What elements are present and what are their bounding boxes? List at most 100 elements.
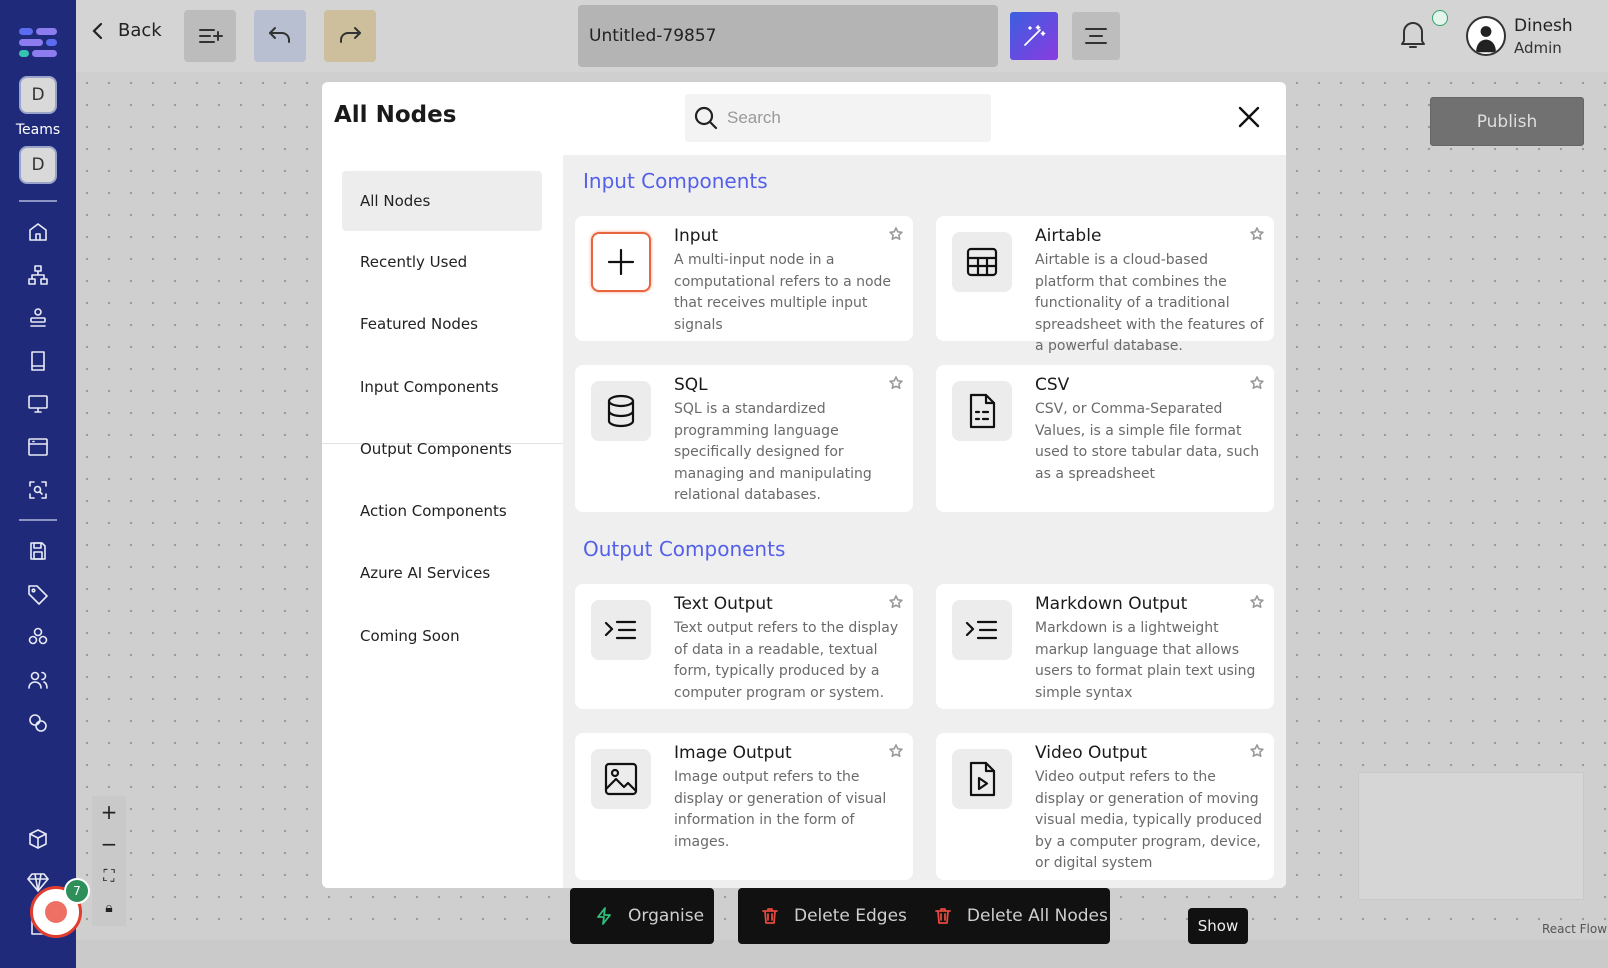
left-sidebar: D Teams D (0, 0, 76, 968)
nav-featured-nodes[interactable]: Featured Nodes (342, 294, 542, 354)
minimap[interactable] (1358, 772, 1584, 900)
delete-actions-bar: Delete Edges Delete All Nodes (738, 888, 1110, 944)
node-title: SQL (674, 375, 708, 395)
nav-all-nodes[interactable]: All Nodes (342, 171, 542, 231)
user-avatar[interactable] (1466, 16, 1506, 56)
sidebar-divider (19, 519, 57, 521)
section-title-output: Output Components (583, 537, 786, 561)
table-icon (952, 232, 1012, 292)
app-logo[interactable] (19, 26, 57, 60)
save-icon[interactable] (16, 529, 60, 572)
stack-icon[interactable] (16, 296, 60, 339)
zoom-out-icon[interactable]: − (92, 828, 126, 860)
organise-button[interactable]: Organise (570, 888, 714, 944)
home-icon[interactable] (16, 210, 60, 253)
all-nodes-modal: All Nodes All Nodes Recently Used Featur… (322, 82, 1286, 888)
star-icon[interactable] (889, 375, 903, 389)
fit-view-icon[interactable]: ⛶ (92, 860, 126, 892)
package-icon[interactable] (16, 817, 60, 860)
top-bar: Back Untitled-79857 Dinesh Admin (76, 0, 1608, 72)
close-button[interactable] (1236, 104, 1264, 132)
star-icon[interactable] (1250, 594, 1264, 608)
node-description: A multi-input node in a computational re… (674, 252, 892, 333)
align-menu-button[interactable] (1072, 12, 1120, 60)
image-icon (591, 749, 651, 809)
monitor-icon[interactable] (16, 382, 60, 425)
team-initial: D (31, 155, 45, 175)
star-icon[interactable] (889, 226, 903, 240)
plus-icon (591, 232, 651, 292)
trash-icon (935, 908, 951, 924)
node-card-text-output[interactable]: Text Output Text output refers to the di… (575, 584, 913, 709)
back-button[interactable]: Back (90, 20, 162, 41)
add-list-button[interactable] (184, 10, 236, 62)
browser-icon[interactable] (16, 425, 60, 468)
workflow-icon[interactable] (16, 253, 60, 296)
star-icon[interactable] (1250, 375, 1264, 389)
redo-button[interactable] (324, 10, 376, 62)
search-input[interactable] (727, 108, 977, 128)
node-title: CSV (1035, 375, 1070, 395)
user-name: Dinesh (1514, 16, 1573, 36)
chevron-left-icon (92, 22, 103, 39)
node-title: Text Output (674, 594, 773, 614)
zoom-controls: + − ⛶ 🔒︎ (92, 796, 126, 926)
star-icon[interactable] (889, 594, 903, 608)
terminal-list-icon (591, 600, 651, 660)
star-icon[interactable] (1250, 743, 1264, 757)
user-role: Admin (1514, 39, 1562, 57)
nav-input-components[interactable]: Input Components (342, 357, 542, 417)
notifications-button[interactable] (1398, 10, 1448, 54)
nav-azure-ai-services[interactable]: Azure AI Services (342, 543, 542, 603)
nav-action-components[interactable]: Action Components (342, 481, 542, 541)
users-icon[interactable] (16, 658, 60, 701)
magic-wand-button[interactable] (1010, 12, 1058, 60)
trash-icon (762, 908, 778, 924)
undo-button[interactable] (254, 10, 306, 62)
delete-edges-button[interactable]: Delete Edges (794, 906, 907, 926)
node-title: Image Output (674, 743, 792, 763)
scan-icon[interactable] (16, 468, 60, 511)
node-card-input[interactable]: Input A multi-input node in a computatio… (575, 216, 913, 341)
tag-icon[interactable] (16, 572, 60, 615)
node-title: Input (674, 226, 719, 246)
star-icon[interactable] (889, 743, 903, 757)
nav-recently-used[interactable]: Recently Used (342, 232, 542, 292)
align-center-icon (1085, 28, 1107, 44)
nav-output-components[interactable]: Output Components (342, 419, 542, 479)
node-card-markdown-output[interactable]: Markdown Output Markdown is a lightweigh… (936, 584, 1274, 709)
node-description: SQL is a standardized programming langua… (674, 401, 872, 503)
delete-all-nodes-button[interactable]: Delete All Nodes (967, 906, 1108, 926)
star-icon[interactable] (1250, 226, 1264, 240)
node-description: Video output refers to the display or ge… (1035, 769, 1262, 871)
node-card-airtable[interactable]: Airtable Airtable is a cloud-based platf… (936, 216, 1274, 354)
show-button[interactable]: Show (1188, 908, 1248, 944)
search-box[interactable] (685, 94, 991, 142)
node-card-csv[interactable]: CSV CSV, or Comma-Separated Values, is a… (936, 365, 1274, 512)
node-description: CSV, or Comma-Separated Values, is a sim… (1035, 401, 1260, 482)
node-card-image-output[interactable]: Image Output Image output refers to the … (575, 733, 913, 880)
canvas-footer (76, 940, 1608, 968)
node-list: Input Components Input A multi-input nod… (563, 155, 1286, 888)
publish-button[interactable]: Publish (1430, 97, 1584, 146)
video-file-icon (952, 749, 1012, 809)
team-switch-avatar[interactable]: D (19, 146, 57, 184)
close-icon (1238, 106, 1260, 128)
nav-coming-soon[interactable]: Coming Soon (342, 606, 542, 666)
category-nav: All Nodes Recently Used Featured Nodes I… (322, 155, 563, 888)
zoom-in-icon[interactable]: + (92, 796, 126, 828)
integrations-icon[interactable] (16, 615, 60, 658)
modal-header: All Nodes (322, 82, 1286, 155)
list-add-icon (199, 29, 223, 43)
node-card-sql[interactable]: SQL SQL is a standardized programming la… (575, 365, 913, 512)
react-flow-attribution[interactable]: React Flow (1542, 922, 1607, 936)
team-initial: D (31, 85, 45, 105)
node-title: Airtable (1035, 226, 1102, 246)
node-card-video-output[interactable]: Video Output Video output refers to the … (936, 733, 1274, 880)
billing-icon[interactable] (16, 701, 60, 744)
workflow-title-field[interactable]: Untitled-79857 (578, 5, 998, 67)
lock-icon[interactable]: 🔒︎ (92, 892, 126, 924)
node-description: Airtable is a cloud-based platform that … (1035, 252, 1264, 354)
book-icon[interactable] (16, 339, 60, 382)
team-avatar[interactable]: D (19, 76, 57, 114)
